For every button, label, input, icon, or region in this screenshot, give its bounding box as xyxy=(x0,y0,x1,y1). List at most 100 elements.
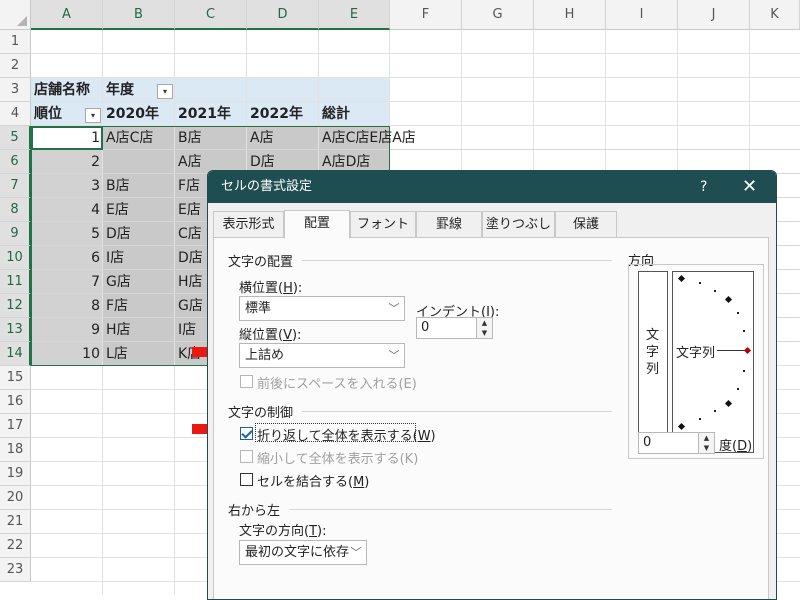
row-header-2[interactable]: 2 xyxy=(0,54,31,78)
store-cell-2021[interactable]: B店 xyxy=(175,127,247,150)
rank-cell[interactable]: 7 xyxy=(31,271,103,294)
format-cells-dialog: セルの書式設定 ? ✕ 表示形式 配置 フォント 罫線 塗りつぶし 保護 文字の… xyxy=(207,170,777,600)
column-header-j[interactable]: J xyxy=(678,0,750,30)
vertical-select-value: 上詰め xyxy=(245,348,285,363)
spin-down-icon[interactable]: ▼ xyxy=(699,443,714,453)
text-direction-label: 文字の方向(T): xyxy=(239,524,327,539)
row-header-9[interactable]: 9 xyxy=(0,222,31,246)
wrap-text-checkbox[interactable] xyxy=(240,427,253,440)
rank-cell[interactable]: 9 xyxy=(31,319,103,342)
store-cell-2020[interactable]: E店 xyxy=(103,199,175,222)
chevron-down-icon[interactable]: ﹀ xyxy=(384,297,404,320)
rank-cell[interactable]: 6 xyxy=(31,247,103,270)
row-header-3[interactable]: 3 xyxy=(0,78,31,102)
store-cell-2020[interactable] xyxy=(103,151,175,174)
row-header-21[interactable]: 21 xyxy=(0,510,31,534)
rank-cell[interactable]: 3 xyxy=(31,175,103,198)
year-header-2021[interactable]: 2021年 xyxy=(175,103,247,126)
justify-distributed-label: 前後にスペースを入れる(E) xyxy=(257,377,417,392)
store-cell-2020[interactable]: I店 xyxy=(103,247,175,270)
degrees-input[interactable]: 0 xyxy=(638,432,700,454)
degrees-label: 度(D) xyxy=(719,439,753,454)
rank-cell[interactable]: 5 xyxy=(31,223,103,246)
spin-down-icon[interactable]: ▼ xyxy=(477,328,492,338)
column-header-i[interactable]: I xyxy=(606,0,678,30)
row-header-14[interactable]: 14 xyxy=(0,342,31,366)
rank-cell[interactable]: 4 xyxy=(31,199,103,222)
row-header-13[interactable]: 13 xyxy=(0,318,31,342)
column-header-k[interactable]: K xyxy=(750,0,800,30)
column-header-g[interactable]: G xyxy=(462,0,534,30)
store-cell-2022[interactable]: A店 xyxy=(247,127,319,150)
merge-cells-checkbox[interactable] xyxy=(240,473,253,486)
row-header-6[interactable]: 6 xyxy=(0,150,31,174)
spin-up-icon[interactable]: ▲ xyxy=(699,433,714,443)
rank-cell[interactable]: 10 xyxy=(31,343,103,366)
row-header-7[interactable]: 7 xyxy=(0,174,31,198)
store-cell-2020[interactable]: F店 xyxy=(103,295,175,318)
vertical-select[interactable]: 上詰め ﹀ xyxy=(239,343,405,368)
select-all-triangle xyxy=(17,16,27,26)
close-icon[interactable]: ✕ xyxy=(742,171,757,203)
tab-alignment[interactable]: 配置 xyxy=(284,210,350,239)
rank-cell[interactable]: 2 xyxy=(31,151,103,174)
tab-number[interactable]: 表示形式 xyxy=(213,211,284,238)
rank-cell[interactable]: 8 xyxy=(31,295,103,318)
chevron-down-icon[interactable]: ﹀ xyxy=(384,344,404,367)
store-cell-2020[interactable]: B店 xyxy=(103,175,175,198)
rank-filter-button[interactable]: ▾ xyxy=(85,108,101,123)
horizontal-select[interactable]: 標準 ﹀ xyxy=(239,296,405,321)
tab-font[interactable]: フォント xyxy=(350,211,416,238)
shrink-to-fit-label: 縮小して全体を表示する(K) xyxy=(257,452,419,467)
row-header-17[interactable]: 17 xyxy=(0,414,31,438)
row-header-12[interactable]: 12 xyxy=(0,294,31,318)
section-text-control: 文字の制御 xyxy=(228,406,294,421)
text-direction-select[interactable]: 最初の文字に依存 ﹀ xyxy=(239,540,367,565)
row-header-20[interactable]: 20 xyxy=(0,486,31,510)
tab-border[interactable]: 罫線 xyxy=(416,211,482,238)
year-header-total[interactable]: 総計 xyxy=(319,103,390,126)
row-header-18[interactable]: 18 xyxy=(0,438,31,462)
row-header-11[interactable]: 11 xyxy=(0,270,31,294)
column-header-b[interactable]: B xyxy=(103,0,175,30)
orientation-tick xyxy=(714,290,716,292)
store-cell-2020[interactable]: G店 xyxy=(103,271,175,294)
row-header-10[interactable]: 10 xyxy=(0,246,31,270)
column-header-h[interactable]: H xyxy=(534,0,606,30)
tab-protection[interactable]: 保護 xyxy=(555,211,617,238)
dialog-title-bar[interactable]: セルの書式設定 ? ✕ xyxy=(208,171,776,203)
indent-input[interactable]: 0 xyxy=(416,317,478,339)
row-header-8[interactable]: 8 xyxy=(0,198,31,222)
row-header-23[interactable]: 23 xyxy=(0,558,31,582)
row-header-4[interactable]: 4 xyxy=(0,102,31,126)
col-field-filter-button[interactable]: ▾ xyxy=(157,84,173,99)
tab-fill[interactable]: 塗りつぶし xyxy=(482,211,555,238)
year-header-2020[interactable]: 2020年 xyxy=(103,103,175,126)
column-header-e[interactable]: E xyxy=(319,0,390,30)
row-header-19[interactable]: 19 xyxy=(0,462,31,486)
store-cell-2020[interactable]: A店C店 xyxy=(103,127,175,150)
store-cell-total[interactable]: A店C店E店A店 xyxy=(319,127,416,150)
help-icon[interactable]: ? xyxy=(700,171,707,203)
degrees-stepper[interactable]: ▲ ▼ xyxy=(698,432,715,454)
justify-distributed-checkbox[interactable] xyxy=(240,375,253,388)
chevron-down-icon[interactable]: ﹀ xyxy=(346,541,366,564)
column-header-f[interactable]: F xyxy=(390,0,462,30)
store-cell-2020[interactable]: D店 xyxy=(103,223,175,246)
row-header-16[interactable]: 16 xyxy=(0,390,31,414)
store-cell-2020[interactable]: L店 xyxy=(103,343,175,366)
spin-up-icon[interactable]: ▲ xyxy=(477,318,492,328)
column-header-d[interactable]: D xyxy=(247,0,319,30)
row-header-1[interactable]: 1 xyxy=(0,30,31,54)
column-header-a[interactable]: A xyxy=(31,0,103,30)
column-header-c[interactable]: C xyxy=(175,0,247,30)
pivot-row-field-header[interactable]: 店舗名称 xyxy=(31,79,103,102)
row-header-5[interactable]: 5 xyxy=(0,126,31,150)
shrink-to-fit-checkbox[interactable] xyxy=(240,450,253,463)
store-cell-2020[interactable]: H店 xyxy=(103,319,175,342)
rank-cell[interactable]: 1 xyxy=(31,127,103,150)
year-header-2022[interactable]: 2022年 xyxy=(247,103,319,126)
row-header-15[interactable]: 15 xyxy=(0,366,31,390)
indent-stepper[interactable]: ▲ ▼ xyxy=(476,317,493,339)
row-header-22[interactable]: 22 xyxy=(0,534,31,558)
